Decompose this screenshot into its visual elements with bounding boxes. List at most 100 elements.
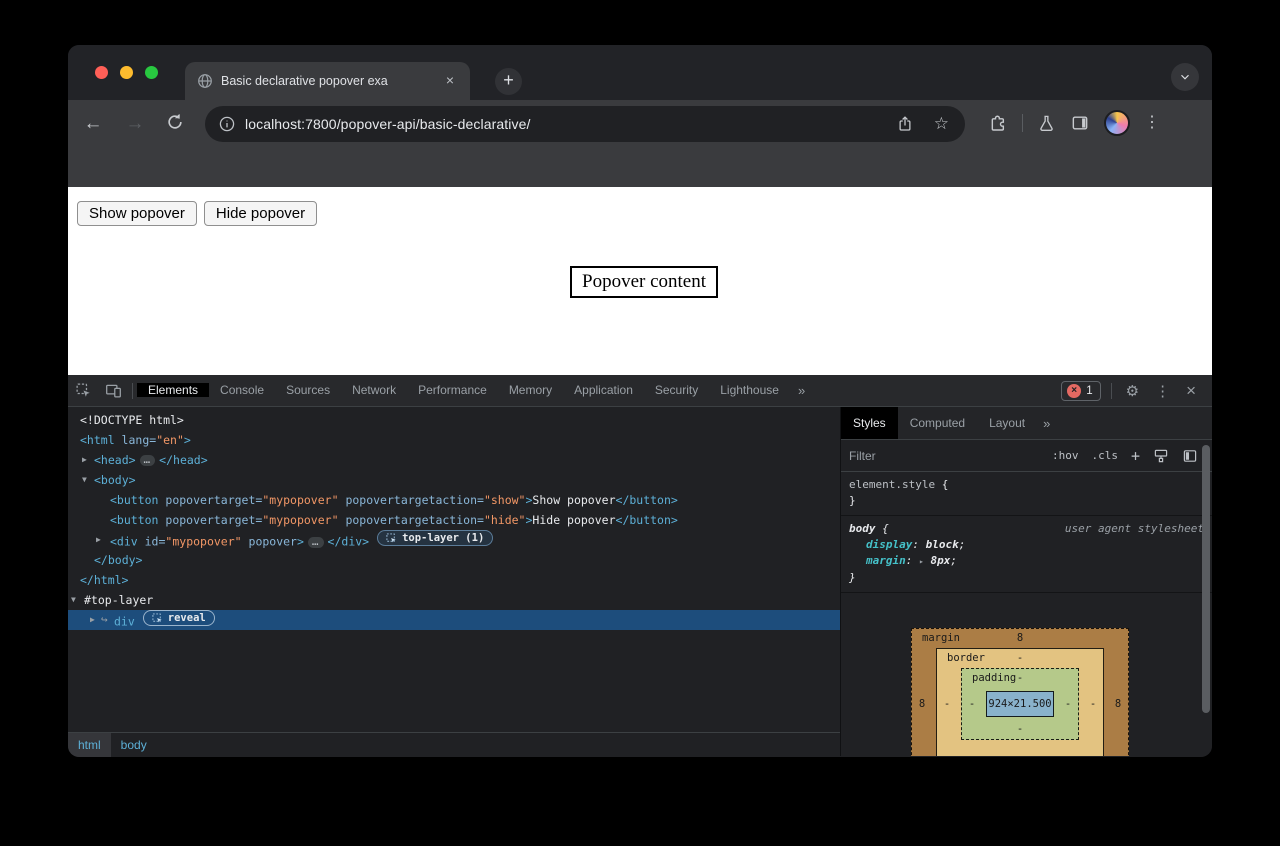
expand-right-icon[interactable]: ▶ (90, 610, 95, 630)
side-panel-icon[interactable] (1070, 113, 1090, 133)
adorner-badge[interactable]: top-layer (1) (377, 530, 493, 546)
breadcrumb-item-html[interactable]: html (68, 733, 111, 757)
devtools-tab-elements[interactable]: Elements (137, 383, 209, 397)
adorner-label: reveal (168, 608, 206, 628)
code-token-attr: lang (115, 433, 150, 447)
dom-node[interactable]: <button popovertarget="mypopover" popove… (68, 510, 840, 530)
expand-down-icon[interactable]: ▼ (82, 470, 87, 490)
extensions-icon[interactable] (988, 113, 1008, 133)
tab-search-chevron-button[interactable] (1171, 63, 1199, 91)
css-property[interactable]: margin: ▸ 8px; (849, 553, 1204, 570)
code-token-attr: = (477, 493, 484, 507)
show-popover-button[interactable]: Show popover (77, 201, 197, 226)
devtools-divider (1111, 383, 1112, 399)
error-badge[interactable]: × 1 (1061, 381, 1100, 401)
dom-node[interactable]: ▼#top-layer (68, 590, 840, 610)
settings-gear-icon[interactable]: ⚙ (1122, 382, 1143, 400)
reveal-arrow-icon: ↪ (101, 610, 108, 630)
styles-filter-input[interactable]: Filter (849, 449, 1052, 463)
reload-button[interactable] (165, 112, 189, 136)
devtools-tab-performance[interactable]: Performance (407, 383, 498, 397)
devtools-tab-sources[interactable]: Sources (275, 383, 341, 397)
code-token-val: "mypopover" (165, 535, 241, 549)
window-minimize-button[interactable] (120, 66, 133, 79)
profile-avatar[interactable] (1104, 110, 1130, 136)
adorner-badge[interactable]: reveal (143, 610, 215, 626)
border-left-value: - (940, 698, 954, 710)
dom-node[interactable]: <button popovertarget="mypopover" popove… (68, 490, 840, 510)
dom-node[interactable]: ▶<div id="mypopover" popover>…</div>top-… (68, 530, 840, 550)
css-property[interactable]: display: block; (849, 537, 1204, 553)
padding-left-value: - (965, 698, 979, 710)
device-toolbar-icon[interactable] (98, 375, 128, 406)
devtools-tab-application[interactable]: Application (563, 383, 644, 397)
sidebar-more-tabs-icon[interactable]: » (1037, 416, 1056, 431)
box-model-diagram[interactable]: margin8 8 border- - padding- (911, 628, 1129, 756)
code-token-tag: > (184, 433, 191, 447)
expand-ellipsis-button[interactable]: … (308, 537, 324, 548)
class-toggle[interactable]: .cls (1091, 449, 1118, 462)
dom-node-selected[interactable]: ▶↪divreveal (68, 610, 840, 630)
devtools-tab-security[interactable]: Security (644, 383, 709, 397)
sidebar-tab-styles[interactable]: Styles (841, 407, 898, 439)
error-icon: × (1067, 384, 1081, 398)
code-token-val: "show" (484, 493, 526, 507)
style-rule-element[interactable]: element.style { } (841, 472, 1212, 516)
sidebar-tab-computed[interactable]: Computed (898, 407, 977, 439)
code-token-val: "mypopover" (262, 493, 338, 507)
content-size-value: 924×21.500 (986, 691, 1054, 717)
expand-ellipsis-button[interactable]: … (140, 455, 156, 466)
devtools-close-icon[interactable]: × (1182, 381, 1204, 401)
bookmark-star-icon[interactable]: ☆ (934, 114, 949, 134)
sidebar-tab-layout[interactable]: Layout (977, 407, 1037, 439)
new-tab-button[interactable]: + (495, 68, 522, 95)
rendering-brush-icon[interactable] (1153, 448, 1169, 464)
code-token-val: "mypopover" (262, 513, 338, 527)
tab-close-icon[interactable]: × (441, 72, 459, 90)
new-style-rule-button[interactable]: + (1131, 447, 1140, 465)
window-maximize-button[interactable] (145, 66, 158, 79)
popover-content: Popover content (570, 266, 718, 298)
devtools-tab-lighthouse[interactable]: Lighthouse (709, 383, 790, 397)
site-info-icon[interactable] (219, 116, 235, 132)
padding-top-value: - (1017, 672, 1023, 684)
devtools-tab-memory[interactable]: Memory (498, 383, 563, 397)
hide-popover-button[interactable]: Hide popover (204, 201, 317, 226)
dom-node[interactable]: <html lang="en"> (68, 430, 840, 450)
code-token-attr: id (138, 535, 159, 549)
expand-right-icon[interactable]: ▶ (96, 530, 101, 550)
window-close-button[interactable] (95, 66, 108, 79)
share-icon[interactable] (896, 115, 914, 133)
url-text[interactable]: localhost:7800/popover-api/basic-declara… (245, 116, 896, 132)
url-bar[interactable]: localhost:7800/popover-api/basic-declara… (205, 106, 965, 142)
code-token-attr: popovertargetaction (339, 493, 477, 507)
border-top-value: - (1017, 652, 1023, 664)
toggle-sidebar-icon[interactable] (1182, 448, 1198, 464)
styles-scrollbar[interactable] (1202, 445, 1210, 713)
pseudo-state-toggle[interactable]: :hov (1052, 449, 1079, 462)
code-token-txt: Show popover (532, 493, 615, 507)
margin-left-value: 8 (915, 698, 929, 710)
inspect-element-icon[interactable] (68, 375, 98, 406)
code-token-txt: Hide popover (532, 513, 615, 527)
browser-tab[interactable]: Basic declarative popover exa × (185, 62, 470, 100)
devtools-menu-icon[interactable]: ⋮ (1149, 382, 1176, 400)
dom-node[interactable]: </body> (68, 550, 840, 570)
style-rule-body[interactable]: user agent stylesheet body { display: bl… (841, 516, 1212, 593)
dom-node[interactable]: ▶<head>…</head> (68, 450, 840, 470)
breadcrumb-item-body[interactable]: body (111, 733, 157, 757)
more-panels-icon[interactable]: » (790, 383, 813, 398)
devtools-tab-bar: ElementsConsoleSourcesNetworkPerformance… (68, 375, 1212, 407)
dom-node[interactable]: <!DOCTYPE html> (68, 410, 840, 430)
devtools-tab-network[interactable]: Network (341, 383, 407, 397)
dom-node[interactable]: ▼<body> (68, 470, 840, 490)
back-button[interactable]: ← (81, 112, 105, 136)
flask-experiments-icon[interactable] (1037, 114, 1056, 133)
tab-strip: Basic declarative popover exa × + (68, 45, 1212, 100)
browser-menu-icon[interactable]: ⋮ (1144, 111, 1160, 135)
dom-node[interactable]: </html> (68, 570, 840, 590)
expand-down-icon[interactable]: ▼ (71, 590, 76, 610)
tab-title: Basic declarative popover exa (221, 74, 436, 88)
expand-right-icon[interactable]: ▶ (82, 450, 87, 470)
devtools-tab-console[interactable]: Console (209, 383, 275, 397)
